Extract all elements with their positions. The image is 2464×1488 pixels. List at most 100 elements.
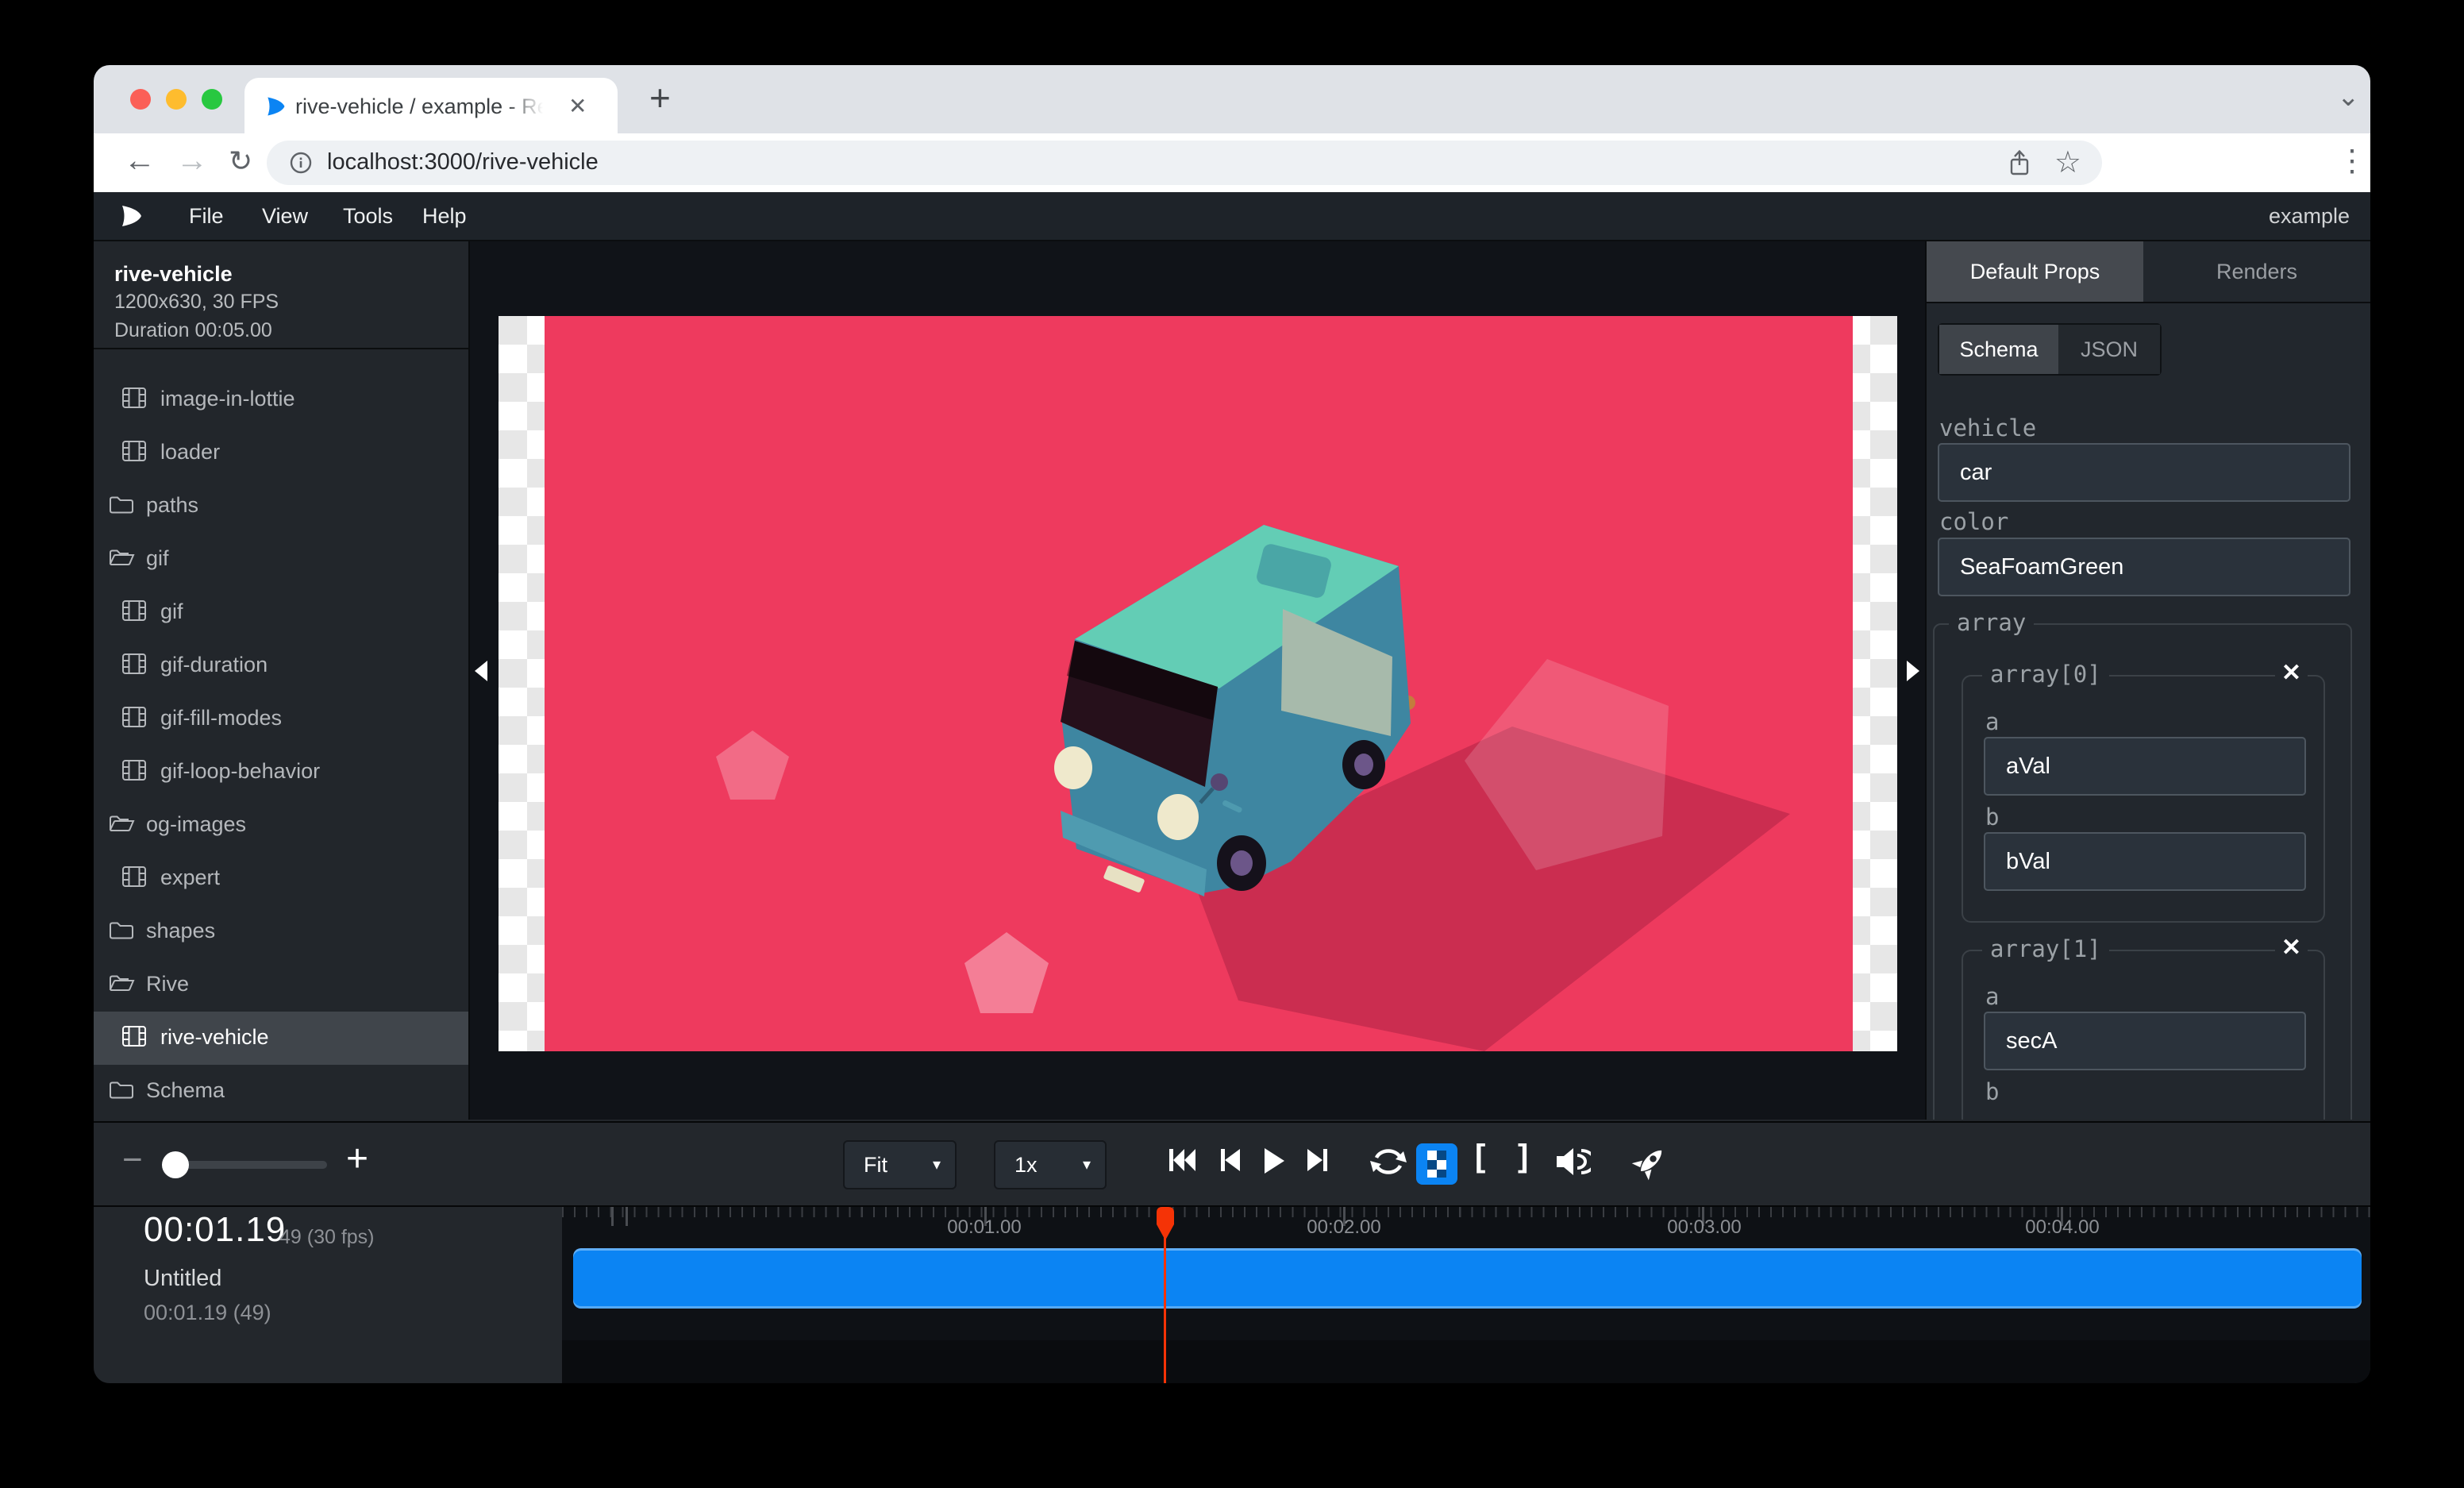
timeline-info-panel: 00:01.19 49 (30 fps) Untitled 00:01.19 (… (94, 1207, 562, 1383)
array-1-a-label: a (1985, 983, 1999, 1010)
color-field-label: color (1939, 508, 2008, 535)
reload-icon[interactable]: ↻ (229, 145, 252, 178)
array-0-b-input[interactable]: bVal (1984, 832, 2306, 891)
sidebar-folder-schema[interactable]: Schema (94, 1065, 468, 1118)
window-minimize-button[interactable] (166, 89, 187, 110)
ruler-label-4s: 00:04.00 (2025, 1216, 2099, 1239)
array-0-fieldset: array[0] ✕ a aVal b bVal (1962, 675, 2325, 923)
array-0-a-label: a (1985, 708, 1999, 735)
playhead-handle[interactable] (1153, 1207, 1177, 1245)
forward-icon[interactable]: → (176, 143, 208, 179)
speed-select[interactable]: 1x ▾ (994, 1140, 1107, 1189)
current-frame-info: 49 (30 fps) (279, 1226, 375, 1249)
render-button[interactable] (1630, 1142, 1670, 1182)
sidebar-item-rive-vehicle[interactable]: rive-vehicle (94, 1012, 468, 1065)
props-tabs-divider (1927, 302, 2370, 303)
sidebar-item-gif[interactable]: gif (94, 586, 468, 639)
collapse-sidebar-icon[interactable] (475, 661, 487, 681)
back-icon[interactable]: ← (124, 143, 156, 179)
tab-close-icon[interactable]: ✕ (568, 93, 587, 119)
collapse-panel-icon[interactable] (1907, 661, 1919, 681)
share-icon[interactable] (2007, 148, 2032, 177)
array-1-a-input[interactable]: secA (1984, 1012, 2306, 1070)
zoom-slider-knob[interactable] (162, 1151, 189, 1178)
playback-toolbar: − + Fit ▾ 1x ▾ (94, 1121, 2370, 1205)
zoom-in-icon[interactable]: + (346, 1137, 368, 1181)
skip-to-start-icon (1167, 1147, 1197, 1174)
sidebar-divider (94, 348, 468, 349)
out-point-icon[interactable]: ] (1518, 1139, 1528, 1174)
tab-title-fade (506, 92, 559, 122)
play-button[interactable] (1261, 1147, 1286, 1175)
next-frame-icon (1305, 1147, 1330, 1174)
array-1-fieldset: array[1] ✕ a secA b (1962, 950, 2325, 1120)
sidebar-folder-shapes[interactable]: shapes (94, 905, 468, 958)
browser-menu-icon[interactable]: ⋮ (2337, 143, 2367, 179)
browser-tab[interactable]: rive-vehicle / example - Remot ✕ (244, 78, 618, 133)
array-fieldset: array array[0] ✕ a aVal b bVal array[1] … (1933, 623, 2352, 1120)
sidebar-item-loader[interactable]: loader (94, 426, 468, 480)
folder-open-icon (109, 973, 136, 993)
volume-button[interactable] (1554, 1145, 1591, 1178)
array-0-legend: array[0] (1982, 661, 2109, 688)
menu-help[interactable]: Help (422, 204, 467, 229)
sidebar-folder-rive[interactable]: Rive (94, 958, 468, 1012)
array-1-remove-icon[interactable]: ✕ (2275, 934, 2308, 962)
fit-select[interactable]: Fit ▾ (843, 1140, 957, 1189)
sidebar-item-gif-duration[interactable]: gif-duration (94, 639, 468, 692)
rive-artboard (545, 316, 1853, 1051)
sidebar-item-gif-loop-behavior[interactable]: gif-loop-behavior (94, 746, 468, 799)
next-frame-button[interactable] (1305, 1147, 1330, 1174)
vehicle-field-input[interactable]: car (1938, 443, 2350, 502)
site-info-icon[interactable] (289, 151, 313, 175)
sidebar-folder-paths[interactable]: paths (94, 480, 468, 533)
schema-json-toggle: Schema JSON (1938, 323, 2162, 376)
array-1-b-label: b (1985, 1078, 1999, 1105)
loop-toggle-button[interactable] (1369, 1143, 1408, 1180)
new-tab-button[interactable]: + (649, 76, 671, 119)
sidebar-folder-gif[interactable]: gif (94, 533, 468, 586)
in-point-icon[interactable]: [ (1475, 1139, 1485, 1174)
window-close-button[interactable] (130, 89, 151, 110)
sidebar-item-image-in-lottie[interactable]: image-in-lottie (94, 373, 468, 426)
timeline-track-bar[interactable] (573, 1248, 2362, 1309)
folder-open-icon (109, 813, 136, 834)
tab-default-props[interactable]: Default Props (1927, 241, 2143, 302)
film-icon (122, 1026, 146, 1047)
loop-icon (1369, 1143, 1408, 1180)
pentagon-bottom (964, 932, 1049, 1013)
toggle-json[interactable]: JSON (2058, 325, 2160, 374)
project-name-label: example (2269, 204, 2350, 229)
url-text: localhost:3000/rive-vehicle (327, 149, 599, 175)
film-icon (122, 707, 146, 727)
array-legend: array (1949, 609, 2034, 636)
previous-frame-icon (1216, 1147, 1242, 1174)
chevron-down-icon: ▾ (1083, 1142, 1091, 1188)
previous-frame-button[interactable] (1216, 1147, 1242, 1174)
remotion-logo-icon[interactable] (117, 202, 144, 229)
zoom-out-icon[interactable]: − (122, 1140, 143, 1180)
film-icon (122, 387, 146, 408)
window-zoom-button[interactable] (202, 89, 222, 110)
sidebar-item-expert[interactable]: expert (94, 852, 468, 905)
sidebar-folder-og-images[interactable]: og-images (94, 799, 468, 852)
array-0-a-input[interactable]: aVal (1984, 737, 2306, 796)
transparency-toggle-button[interactable] (1416, 1143, 1457, 1185)
array-0-remove-icon[interactable]: ✕ (2275, 659, 2308, 687)
toggle-schema[interactable]: Schema (1939, 325, 2058, 374)
tab-strip: rive-vehicle / example - Remot ✕ + ⌄ (94, 65, 2370, 133)
folder-closed-icon (109, 919, 134, 940)
address-bar[interactable]: localhost:3000/rive-vehicle ☆ (267, 141, 2102, 185)
menu-file[interactable]: File (189, 204, 224, 229)
skip-to-start-button[interactable] (1167, 1147, 1197, 1174)
tab-renders[interactable]: Renders (2143, 241, 2370, 302)
bookmark-star-icon[interactable]: ☆ (2054, 145, 2081, 180)
preview-canvas[interactable] (470, 241, 1925, 1120)
menu-view[interactable]: View (262, 204, 308, 229)
tab-search-chevron-icon[interactable]: ⌄ (2337, 81, 2360, 113)
menu-tools[interactable]: Tools (343, 204, 393, 229)
color-field-input[interactable]: SeaFoamGreen (1938, 538, 2350, 596)
folder-closed-icon (109, 494, 134, 515)
sidebar-item-gif-fill-modes[interactable]: gif-fill-modes (94, 692, 468, 746)
play-icon (1261, 1147, 1286, 1175)
